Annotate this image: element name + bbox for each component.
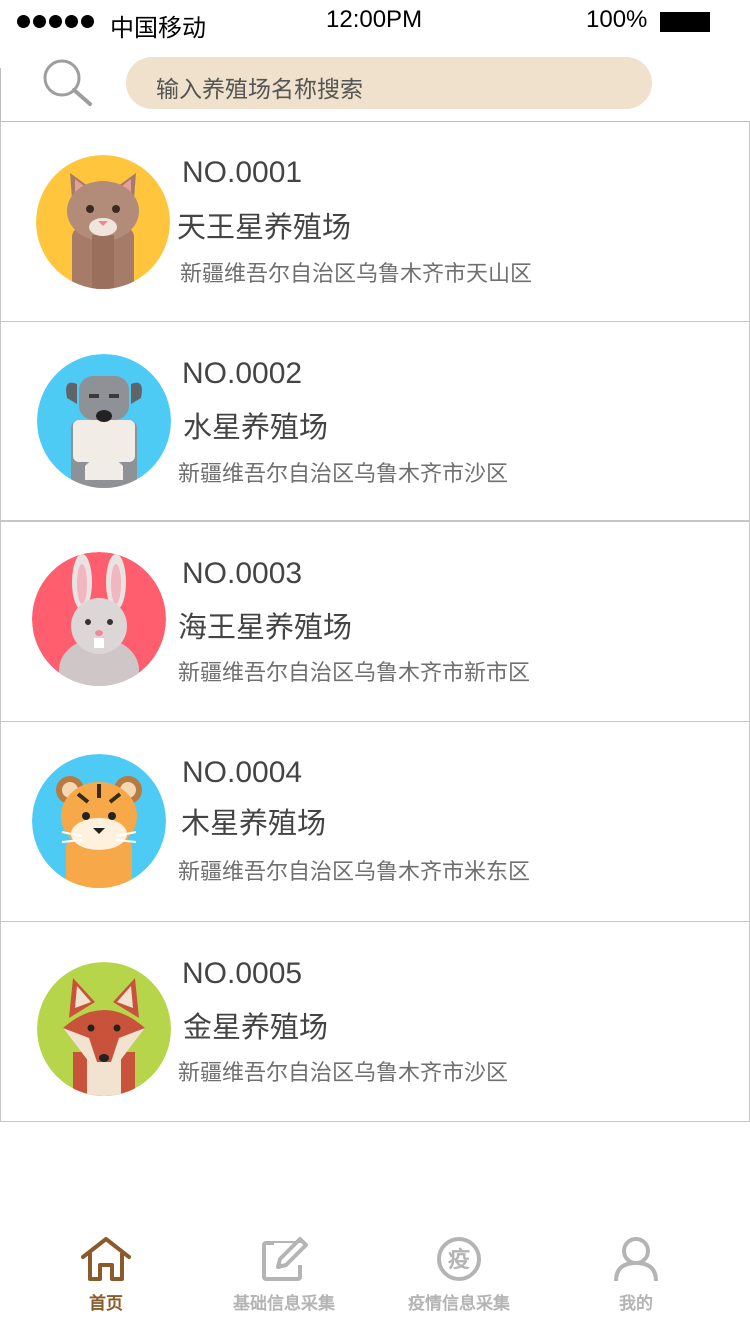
tab-label: 首页 bbox=[89, 1294, 123, 1314]
farm-number: NO.0003 bbox=[182, 557, 303, 590]
fox-avatar bbox=[37, 962, 171, 1096]
tab-label: 疫情信息采集 bbox=[408, 1294, 510, 1314]
farm-address: 新疆维吾尔自治区乌鲁木齐市沙区 bbox=[178, 462, 509, 487]
search-bar: 输入养殖场名称搜索 bbox=[0, 57, 750, 122]
farm-number: NO.0001 bbox=[182, 156, 303, 189]
search-placeholder: 输入养殖场名称搜索 bbox=[156, 77, 363, 103]
farm-name: 海王星养殖场 bbox=[178, 610, 353, 644]
epidemic-icon-glyph: 疫 bbox=[448, 1247, 470, 1273]
status-time: 12:00PM bbox=[326, 6, 423, 33]
farm-list-item[interactable]: NO.0003 海王星养殖场 新疆维吾尔自治区乌鲁木齐市新市区 bbox=[0, 521, 750, 722]
tab-mine[interactable]: 我的 bbox=[596, 1235, 676, 1335]
farm-name: 木星养殖场 bbox=[181, 806, 327, 840]
edit-icon bbox=[262, 1237, 308, 1281]
dog-avatar bbox=[37, 354, 171, 488]
battery-icon bbox=[660, 12, 710, 32]
farm-list-item[interactable]: NO.0004 木星养殖场 新疆维吾尔自治区乌鲁木齐市米东区 bbox=[0, 721, 750, 922]
farm-address: 新疆维吾尔自治区乌鲁木齐市天山区 bbox=[180, 262, 533, 287]
farm-list-item[interactable]: NO.0005 金星养殖场 新疆维吾尔自治区乌鲁木齐市沙区 bbox=[0, 921, 750, 1122]
bottom-tab-bar: 首页 基础信息采集 疫 疫情信息采集 我的 bbox=[0, 1235, 750, 1335]
search-input[interactable]: 输入养殖场名称搜索 bbox=[126, 57, 652, 109]
farm-number: NO.0004 bbox=[182, 756, 303, 789]
rabbit-avatar bbox=[32, 552, 166, 686]
epidemic-icon: 疫 bbox=[437, 1237, 481, 1281]
farm-number: NO.0002 bbox=[182, 357, 303, 390]
farm-list-item[interactable]: NO.0001 天王星养殖场 新疆维吾尔自治区乌鲁木齐市天山区 bbox=[0, 122, 750, 322]
signal-strength-icon bbox=[17, 15, 94, 28]
tab-label: 基础信息采集 bbox=[233, 1294, 335, 1314]
tab-label: 我的 bbox=[619, 1294, 653, 1314]
tiger-avatar bbox=[32, 754, 166, 888]
farm-address: 新疆维吾尔自治区乌鲁木齐市沙区 bbox=[178, 1061, 509, 1086]
cat-avatar bbox=[36, 155, 170, 289]
home-icon bbox=[81, 1237, 131, 1281]
status-bar: 中国移动 12:00PM 100% bbox=[0, 0, 750, 44]
search-icon[interactable] bbox=[36, 56, 96, 112]
farm-name: 水星养殖场 bbox=[183, 410, 329, 444]
divider bbox=[0, 68, 1, 122]
farm-name: 金星养殖场 bbox=[183, 1010, 329, 1044]
user-icon bbox=[614, 1237, 658, 1282]
carrier-name: 中国移动 bbox=[110, 14, 206, 42]
battery-percentage: 100% bbox=[586, 6, 648, 33]
tab-basic-info[interactable]: 基础信息采集 bbox=[214, 1235, 354, 1335]
farm-name: 天王星养殖场 bbox=[177, 210, 352, 244]
farm-number: NO.0005 bbox=[182, 957, 303, 990]
tab-epidemic-info[interactable]: 疫 疫情信息采集 bbox=[389, 1235, 529, 1335]
farm-address: 新疆维吾尔自治区乌鲁木齐市新市区 bbox=[178, 661, 531, 686]
farm-address: 新疆维吾尔自治区乌鲁木齐市米东区 bbox=[178, 860, 531, 885]
farm-list-item[interactable]: NO.0002 水星养殖场 新疆维吾尔自治区乌鲁木齐市沙区 bbox=[0, 321, 750, 521]
tab-home[interactable]: 首页 bbox=[66, 1235, 146, 1335]
